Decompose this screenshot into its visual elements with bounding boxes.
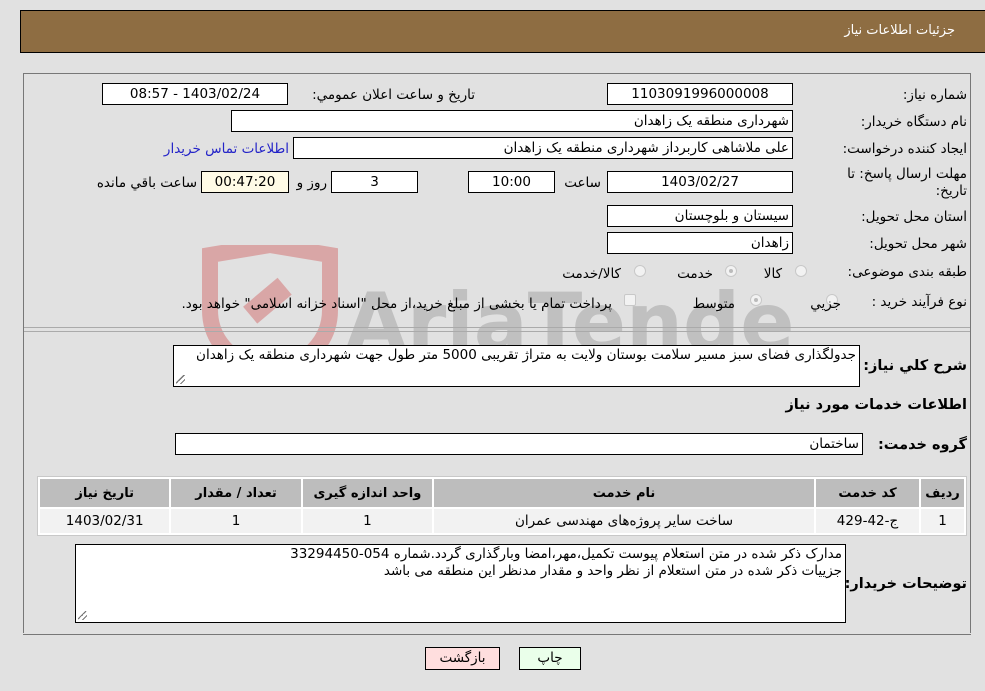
cell-service-code: ج-42-429 bbox=[815, 509, 920, 533]
category-radio-goods[interactable] bbox=[795, 265, 807, 277]
services-table: ردیف کد خدمت نام خدمت واحد اندازه گیری ت… bbox=[37, 476, 967, 536]
divider bbox=[24, 327, 970, 328]
deadline-label-line2: تاریخ: bbox=[935, 183, 967, 199]
deadline-time-label: ساعت bbox=[564, 175, 601, 191]
service-group-label: گروه خدمت: bbox=[877, 437, 967, 453]
cell-need-date: 1403/02/31 bbox=[40, 509, 170, 533]
category-option-goods-service: کالا/خدمت bbox=[562, 266, 621, 282]
need-number-field: 1103091996000008 bbox=[607, 83, 793, 105]
province-field: سیستان و بلوچستان bbox=[607, 205, 793, 227]
description-label: شرح کلي نیاز: bbox=[863, 358, 967, 374]
category-option-goods: کالا bbox=[763, 266, 782, 282]
deadline-time-field: 10:00 bbox=[468, 171, 555, 193]
buyer-org-field: شهرداری منطقه یک زاهدان bbox=[231, 110, 793, 132]
purchase-option-medium: متوسط bbox=[692, 296, 735, 312]
province-label: استان محل تحویل: bbox=[861, 209, 967, 225]
remaining-time-field: 00:47:20 bbox=[201, 171, 289, 193]
col-header-quantity: تعداد / مقدار bbox=[171, 479, 301, 507]
treasury-note: پرداخت تمام یا بخشی از مبلغ خرید،از محل … bbox=[181, 296, 612, 312]
buyer-notes-textarea[interactable]: مدارک ذکر شده در متن استعلام پیوست تکمیل… bbox=[75, 544, 846, 623]
cell-service-name: ساخت سایر پروژه‌های مهندسی عمران bbox=[434, 509, 814, 533]
cell-quantity: 1 bbox=[171, 509, 301, 533]
col-header-unit: واحد اندازه گیری bbox=[302, 479, 433, 507]
table-header-row: ردیف کد خدمت نام خدمت واحد اندازه گیری ت… bbox=[40, 479, 964, 507]
buyer-contact-link[interactable]: اطلاعات تماس خريدار bbox=[164, 141, 289, 157]
announce-datetime-label: تاریخ و ساعت اعلان عمومي: bbox=[312, 87, 475, 103]
requester-label: ایجاد کننده درخواست: bbox=[842, 141, 967, 157]
divider bbox=[23, 634, 971, 635]
buyer-org-label: نام دستگاه خريدار: bbox=[860, 114, 967, 130]
resize-grip-icon[interactable] bbox=[78, 611, 87, 620]
cell-unit: 1 bbox=[302, 509, 433, 533]
cell-row-number: 1 bbox=[921, 509, 964, 533]
resize-grip-icon[interactable] bbox=[176, 375, 185, 384]
back-button[interactable]: بازگشت bbox=[425, 647, 500, 670]
category-radio-goods-service[interactable] bbox=[634, 265, 646, 277]
requester-field: علی ملاشاهی کاربرداز شهرداری منطقه یک زا… bbox=[293, 137, 793, 159]
deadline-date-field: 1403/02/27 bbox=[607, 171, 793, 193]
col-header-service-code: کد خدمت bbox=[815, 479, 920, 507]
table-row: 1 ج-42-429 ساخت سایر پروژه‌های مهندسی عم… bbox=[40, 509, 964, 533]
description-text: جدولگذاری فضای سبز مسیر سلامت بوستان ولا… bbox=[196, 347, 856, 363]
buyer-notes-line1: مدارک ذکر شده در متن استعلام پیوست تکمیل… bbox=[290, 546, 842, 562]
divider bbox=[24, 331, 970, 332]
services-section-title: اطلاعات خدمات مورد نیاز bbox=[785, 397, 967, 413]
buyer-notes-label: توضیحات خریدار: bbox=[844, 576, 967, 592]
category-radio-service[interactable] bbox=[725, 265, 737, 277]
category-option-service: خدمت bbox=[677, 266, 713, 282]
description-textarea[interactable]: جدولگذاری فضای سبز مسیر سلامت بوستان ولا… bbox=[173, 345, 860, 387]
purchase-radio-medium[interactable] bbox=[750, 294, 762, 306]
city-field: زاهدان bbox=[607, 232, 793, 254]
remaining-time-label: ساعت باقي مانده bbox=[96, 175, 197, 191]
city-label: شهر محل تحویل: bbox=[869, 236, 967, 252]
treasury-checkbox[interactable] bbox=[624, 294, 636, 306]
col-header-row-number: ردیف bbox=[921, 479, 964, 507]
need-number-label: شماره نیاز: bbox=[902, 87, 967, 103]
days-label: روز و bbox=[296, 175, 327, 191]
service-group-field: ساختمان bbox=[175, 433, 863, 455]
col-header-need-date: تاریخ نیاز bbox=[40, 479, 170, 507]
print-button[interactable]: چاپ bbox=[519, 647, 581, 670]
buyer-notes-line2: جزییات ذکر شده در متن استعلام از نظر واح… bbox=[383, 563, 842, 579]
page-header: جزئیات اطلاعات نیاز bbox=[20, 10, 985, 53]
purchase-option-minor: جزيي bbox=[810, 296, 841, 312]
days-remaining-field: 3 bbox=[331, 171, 418, 193]
announce-datetime-field: 1403/02/24 - 08:57 bbox=[102, 83, 288, 105]
deadline-label-line1: مهلت ارسال پاسخ: تا bbox=[847, 166, 967, 182]
page-title: جزئیات اطلاعات نیاز bbox=[844, 23, 955, 38]
col-header-service-name: نام خدمت bbox=[434, 479, 814, 507]
purchase-type-label: نوع فرآیند خرید : bbox=[871, 294, 967, 310]
category-label: طبقه بندی موضوعی: bbox=[847, 264, 967, 280]
